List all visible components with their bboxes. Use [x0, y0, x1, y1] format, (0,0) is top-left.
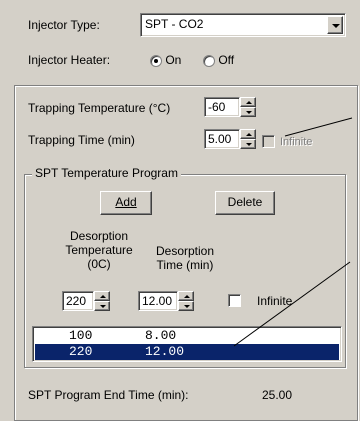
- callout-lines: [233, 117, 353, 347]
